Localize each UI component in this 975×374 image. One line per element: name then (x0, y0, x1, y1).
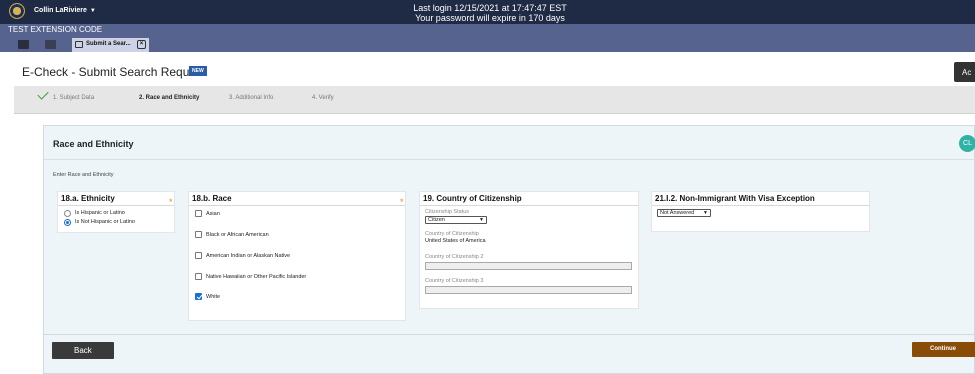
checkbox-asian[interactable] (195, 210, 202, 217)
checkbox-white-label: White (206, 294, 221, 300)
intro-text: Enter Race and Ethnicity (53, 172, 114, 178)
divider (652, 205, 869, 206)
step-verify[interactable]: 4. Verify (312, 95, 334, 101)
checkbox-pacific-islander[interactable] (195, 273, 202, 280)
checkbox-black-label: Black or African American (206, 232, 269, 238)
citizenship-status-label: Citizenship Status (425, 209, 470, 215)
login-info: Last login 12/15/2021 at 17:47:47 EST Yo… (340, 3, 640, 23)
last-login-text: Last login 12/15/2021 at 17:47:47 EST (413, 3, 567, 13)
checkbox-american-indian-label: American Indian or Alaskan Native (206, 253, 291, 259)
citizenship-heading: 19. Country of Citizenship (423, 194, 522, 203)
visa-exception-card: 21.I.2. Non-Immigrant With Visa Exceptio… (651, 191, 870, 232)
checkmark-icon (37, 88, 49, 100)
race-card: 18.b. Race * Asian Black or African Amer… (188, 191, 406, 321)
radio-hispanic[interactable] (64, 210, 71, 217)
tab-submit-search[interactable]: Submit a Sear... × (72, 38, 149, 52)
avatar[interactable]: CL (959, 135, 975, 152)
divider (58, 205, 174, 206)
country3-label: Country of Citizenship 3 (425, 278, 484, 284)
citizenship-card: 19. Country of Citizenship Citizenship S… (419, 191, 639, 309)
camera-icon[interactable] (18, 40, 29, 49)
extension-code-label: TEST EXTENSION CODE (8, 25, 103, 34)
visa-select-value: Not Answered (660, 210, 695, 216)
page-header: E-Check - Submit Search Request NEW Ac (0, 52, 975, 86)
country3-input[interactable] (425, 286, 632, 294)
country2-input[interactable] (425, 262, 632, 270)
panel-footer-divider (44, 334, 975, 335)
checkbox-pacific-islander-label: Native Hawaiian or Other Pacific Islande… (206, 274, 307, 280)
password-expiry-text: Your password will expire in 170 days (415, 13, 565, 23)
country-label: Country of Citizenship (425, 231, 479, 237)
visa-exception-select[interactable]: Not Answered ▼ (657, 209, 711, 217)
panel-header: Race and Ethnicity CL (44, 126, 975, 160)
checkbox-white[interactable] (195, 293, 202, 300)
ethnicity-card: 18.a. Ethnicity * Is Hispanic or Latino … (57, 191, 175, 233)
step-additional-info[interactable]: 3. Additional Info (229, 95, 273, 101)
divider (420, 205, 638, 206)
user-name: Collin LaRiviere (34, 7, 87, 14)
checkbox-black[interactable] (195, 231, 202, 238)
race-heading: 18.b. Race (192, 194, 232, 203)
visa-heading: 21.I.2. Non-Immigrant With Visa Exceptio… (655, 194, 815, 203)
progress-steps: 1. Subject Data 2. Race and Ethnicity 3.… (14, 86, 975, 114)
country2-label: Country of Citizenship 2 (425, 254, 484, 260)
page-title: E-Check - Submit Search Request (22, 65, 206, 79)
new-badge: NEW (189, 66, 207, 76)
divider (189, 205, 405, 206)
radio-not-hispanic[interactable] (64, 219, 71, 226)
country-value: United States of America (425, 238, 486, 244)
step-subject-data[interactable]: 1. Subject Data (53, 95, 94, 101)
mail-icon[interactable] (45, 40, 56, 49)
radio-not-hispanic-label: Is Not Hispanic or Latino (75, 219, 135, 225)
ethnicity-heading: 18.a. Ethnicity (61, 194, 115, 203)
step-race-ethnicity[interactable]: 2. Race and Ethnicity (139, 95, 199, 101)
user-menu[interactable]: Collin LaRiviere ▼ (34, 7, 96, 14)
radio-hispanic-label: Is Hispanic or Latino (75, 210, 125, 216)
tab-strip: Submit a Sear... × (0, 37, 975, 52)
chevron-down-icon: ▼ (703, 210, 708, 216)
actions-button[interactable]: Ac (954, 62, 975, 82)
extension-bar: TEST EXTENSION CODE Submit a Sear... × (0, 24, 975, 52)
back-button[interactable]: Back (52, 342, 114, 359)
citizenship-status-value: Citizen (428, 217, 445, 223)
document-icon (75, 41, 83, 48)
close-icon[interactable]: × (137, 40, 146, 49)
tab-label: Submit a Sear... (86, 41, 131, 47)
chevron-down-icon: ▼ (89, 8, 96, 14)
checkbox-asian-label: Asian (206, 211, 220, 217)
top-bar: Collin LaRiviere ▼ Last login 12/15/2021 … (0, 0, 975, 24)
panel-title: Race and Ethnicity (53, 139, 134, 149)
citizenship-status-select[interactable]: Citizen ▼ (425, 216, 487, 224)
agency-seal-icon (9, 3, 25, 19)
checkbox-american-indian[interactable] (195, 252, 202, 259)
continue-button[interactable]: Continue (912, 342, 975, 357)
chevron-down-icon: ▼ (479, 217, 484, 223)
race-ethnicity-panel: Race and Ethnicity CL Enter Race and Eth… (43, 125, 975, 374)
